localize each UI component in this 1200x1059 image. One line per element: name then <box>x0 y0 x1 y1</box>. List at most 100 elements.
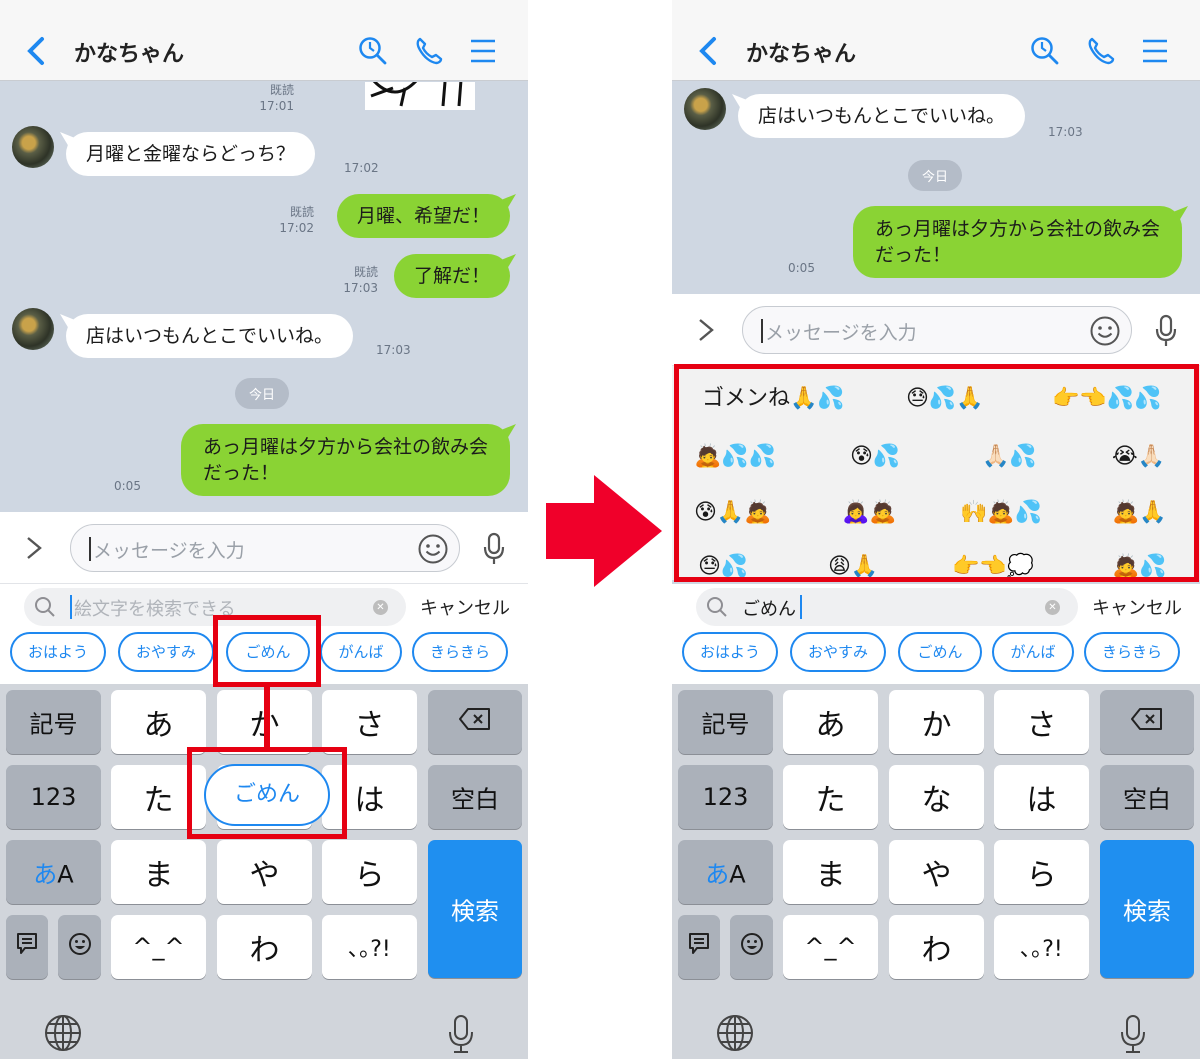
message-time: 17:03 <box>1048 125 1083 139</box>
key-space[interactable]: 空白 <box>1100 765 1194 829</box>
chip-oyasumi[interactable]: おやすみ <box>118 632 214 672</box>
key-ra[interactable]: ら <box>994 840 1089 904</box>
emoji-search-panel: ごめん ✕ キャンセル おはよう おやすみ ごめん がんば きらきら <box>672 584 1200 684</box>
key-a[interactable]: あ <box>783 690 878 754</box>
sticker-key[interactable] <box>678 915 720 979</box>
emoji-key[interactable] <box>730 915 773 979</box>
key-sa[interactable]: さ <box>322 690 417 754</box>
emoji-search-placeholder: 絵文字を検索できる <box>74 599 236 620</box>
search-history-icon[interactable] <box>358 36 388 66</box>
key-ka[interactable]: か <box>889 690 984 754</box>
message-time: 17:02 <box>344 161 379 175</box>
key-punctuation[interactable]: ､｡?! <box>994 915 1089 979</box>
microphone-icon[interactable] <box>482 532 506 566</box>
key-symbols[interactable]: 記号 <box>6 690 101 754</box>
message-bubble-outgoing[interactable]: 了解だ！ <box>393 254 510 298</box>
key-punctuation[interactable]: ､｡?! <box>322 915 417 979</box>
microphone-icon[interactable] <box>1154 314 1178 348</box>
avatar[interactable] <box>12 126 54 168</box>
dictation-mic-icon[interactable] <box>1118 1014 1148 1054</box>
dictation-mic-icon[interactable] <box>446 1014 476 1054</box>
search-key[interactable]: 検索 <box>428 840 522 978</box>
key-symbols[interactable]: 記号 <box>678 690 773 754</box>
chip-kirakira[interactable]: きらきら <box>1084 632 1180 672</box>
chip-ganba[interactable]: がんば <box>992 632 1074 672</box>
message-bubble-outgoing[interactable]: 月曜、希望だ！ <box>336 194 510 238</box>
message-bubble-incoming[interactable]: 月曜と金曜ならどっち？ <box>66 132 316 176</box>
message-input-bar: メッセージを入力 <box>0 512 528 584</box>
chevron-right-icon[interactable] <box>22 534 46 562</box>
emoji-icon <box>58 932 101 962</box>
message-bubble-outgoing[interactable]: あっ月曜は夕方から会社の飲み会 だった！ <box>180 424 510 496</box>
chat-area[interactable]: 店はいつもんとこでいいね。 17:03 今日 0:05 あっ月曜は夕方から会社の… <box>672 82 1200 294</box>
chip-ohayou[interactable]: おはよう <box>682 632 778 672</box>
message-input[interactable]: メッセージを入力 <box>742 306 1132 354</box>
globe-icon[interactable] <box>44 1014 82 1052</box>
key-ma[interactable]: ま <box>783 840 878 904</box>
delete-key[interactable] <box>428 690 522 754</box>
emoji-key[interactable] <box>58 915 101 979</box>
chip-ohayou[interactable]: おはよう <box>10 632 106 672</box>
key-wa[interactable]: わ <box>889 915 984 979</box>
message-line: あっ月曜は夕方から会社の飲み会 <box>874 218 1160 240</box>
clear-icon[interactable]: ✕ <box>373 600 388 615</box>
key-kaomoji[interactable]: ^_^ <box>111 915 206 979</box>
chip-gomen[interactable]: ごめん <box>898 632 982 672</box>
key-ya[interactable]: や <box>217 840 312 904</box>
chip-oyasumi[interactable]: おやすみ <box>790 632 886 672</box>
text-caret <box>800 595 802 619</box>
key-ha[interactable]: は <box>994 765 1089 829</box>
emoji-search-input[interactable]: ごめん ✕ <box>696 588 1078 626</box>
phone-icon[interactable] <box>414 36 444 66</box>
key-a[interactable]: あ <box>111 690 206 754</box>
key-sa[interactable]: さ <box>994 690 1089 754</box>
search-history-icon[interactable] <box>1030 36 1060 66</box>
cancel-button[interactable]: キャンセル <box>420 594 510 620</box>
message-bubble-incoming[interactable]: 店はいつもんとこでいいね。 <box>738 94 1026 138</box>
back-icon[interactable] <box>24 36 48 66</box>
chat-header: かなちゃん <box>672 0 1200 81</box>
key-ma[interactable]: ま <box>111 840 206 904</box>
date-separator: 今日 <box>235 378 290 409</box>
emoji-icon[interactable] <box>1089 315 1121 347</box>
suggestion-chips: おはよう おやすみ ごめん がんば きらきら <box>682 632 1192 672</box>
key-wa[interactable]: わ <box>217 915 312 979</box>
emoji-icon <box>730 932 773 962</box>
key-kaomoji[interactable]: ^_^ <box>783 915 878 979</box>
menu-icon[interactable] <box>468 36 498 66</box>
clear-icon[interactable]: ✕ <box>1045 600 1060 615</box>
key-input-mode[interactable]: あA <box>6 840 101 904</box>
key-ya[interactable]: や <box>889 840 984 904</box>
key-123[interactable]: 123 <box>6 765 101 829</box>
read-receipt: 既読 17:03 <box>343 265 378 295</box>
chevron-right-icon[interactable] <box>694 316 718 344</box>
globe-icon[interactable] <box>716 1014 754 1052</box>
phone-icon[interactable] <box>1086 36 1116 66</box>
message-time: 17:03 <box>376 343 411 357</box>
key-ta[interactable]: た <box>783 765 878 829</box>
message-input-placeholder: メッセージを入力 <box>765 322 917 344</box>
key-na[interactable]: な <box>889 765 984 829</box>
search-key[interactable]: 検索 <box>1100 840 1194 978</box>
chip-ganba[interactable]: がんば <box>320 632 402 672</box>
delete-key[interactable] <box>1100 690 1194 754</box>
cancel-button[interactable]: キャンセル <box>1092 594 1182 620</box>
sticker-key[interactable] <box>6 915 48 979</box>
chat-area[interactable]: 既読 17:01 月曜と金曜ならどっち？ 17:02 既読 17:02 月曜、希望だ… <box>0 82 528 512</box>
avatar[interactable] <box>684 88 726 130</box>
message-bubble-incoming[interactable]: 店はいつもんとこでいいね。 <box>66 314 354 358</box>
avatar[interactable] <box>12 308 54 350</box>
back-icon[interactable] <box>696 36 720 66</box>
emoji-icon[interactable] <box>417 533 449 565</box>
chip-kirakira[interactable]: きらきら <box>412 632 508 672</box>
key-123[interactable]: 123 <box>678 765 773 829</box>
key-space[interactable]: 空白 <box>428 765 522 829</box>
key-ra[interactable]: ら <box>322 840 417 904</box>
message-input[interactable]: メッセージを入力 <box>70 524 460 572</box>
menu-icon[interactable] <box>1140 36 1170 66</box>
key-input-mode[interactable]: あA <box>678 840 773 904</box>
message-line: だった！ <box>874 244 951 266</box>
delete-icon <box>428 707 522 737</box>
text-caret <box>70 595 72 619</box>
message-bubble-outgoing[interactable]: あっ月曜は夕方から会社の飲み会 だった！ <box>852 206 1182 278</box>
